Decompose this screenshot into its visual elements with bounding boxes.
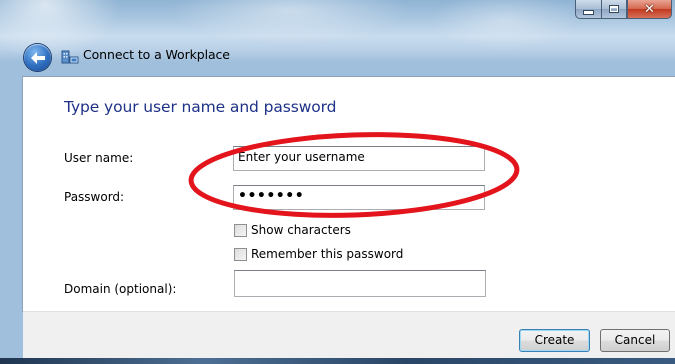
- show-characters-option[interactable]: Show characters: [234, 223, 351, 237]
- domain-input[interactable]: [234, 270, 486, 297]
- minimize-button[interactable]: [575, 0, 601, 19]
- wizard-window: ✕ Connect to a Workplace Type your user …: [0, 0, 675, 364]
- content-pane: Type your user name and password User na…: [23, 77, 675, 311]
- domain-label: Domain (optional):: [64, 282, 177, 296]
- taskbar-strip: [0, 358, 675, 364]
- maximize-icon: [609, 5, 619, 13]
- close-button[interactable]: ✕: [627, 0, 672, 19]
- cancel-button[interactable]: Cancel: [600, 329, 670, 352]
- remember-password-label[interactable]: Remember this password: [251, 247, 403, 261]
- glass-glare: [430, 0, 580, 50]
- show-characters-checkbox[interactable]: [234, 223, 247, 237]
- create-button[interactable]: Create: [519, 329, 590, 352]
- remember-password-checkbox[interactable]: [234, 247, 247, 261]
- password-input[interactable]: •••••••: [233, 185, 485, 210]
- back-arrow-icon: [30, 51, 45, 64]
- caption-buttons: ✕: [575, 0, 672, 19]
- back-button[interactable]: [24, 44, 51, 71]
- minimize-icon: [583, 9, 594, 15]
- close-icon: ✕: [644, 1, 655, 17]
- remember-password-option[interactable]: Remember this password: [234, 247, 403, 261]
- workplace-connection-icon: [61, 50, 79, 64]
- button-bar: Create Cancel: [23, 311, 675, 358]
- password-label: Password:: [64, 190, 125, 204]
- page-heading: Type your user name and password: [64, 98, 337, 116]
- glass-glare: [170, 0, 410, 45]
- maximize-button[interactable]: [601, 0, 627, 19]
- show-characters-label[interactable]: Show characters: [251, 223, 351, 237]
- username-input[interactable]: Enter your username: [233, 146, 485, 171]
- username-label: User name:: [64, 151, 134, 165]
- window-title: Connect to a Workplace: [83, 47, 230, 62]
